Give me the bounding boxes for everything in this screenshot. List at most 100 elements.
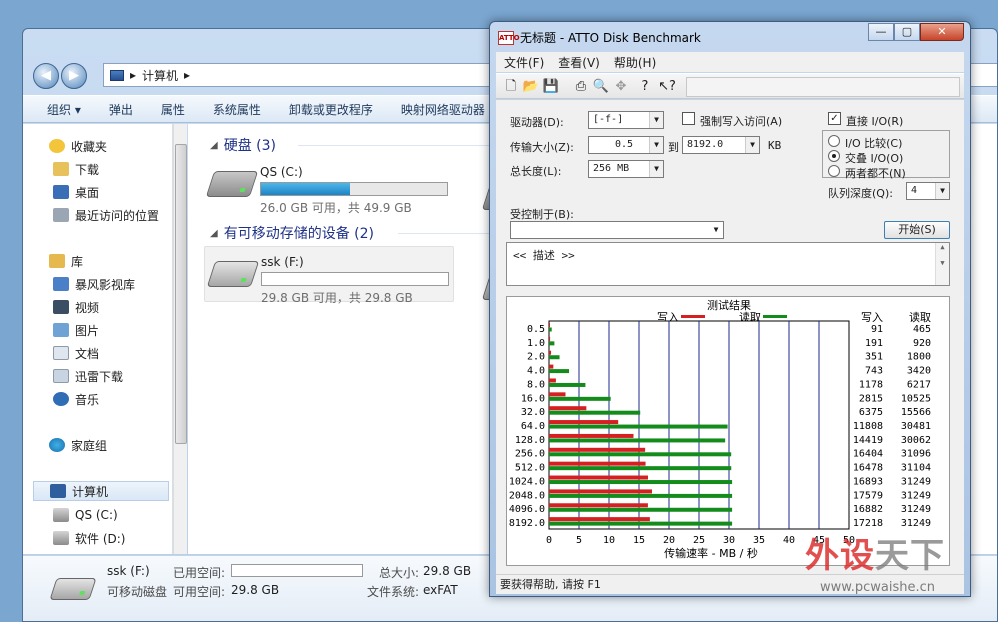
- y-tick-label: 1.0: [527, 338, 545, 349]
- menu-bar: 文件(F) 查看(V) 帮助(H): [496, 52, 964, 72]
- details-usage-bar: [231, 564, 363, 577]
- x-tick-label: 25: [693, 535, 705, 546]
- neither-radio[interactable]: [828, 165, 840, 177]
- read-bar: [549, 410, 641, 415]
- x-axis-label: 传输速率 - MB / 秒: [664, 546, 758, 560]
- details-used-label: 已用空间:: [173, 566, 226, 580]
- y-tick-label: 2048.0: [509, 490, 545, 501]
- help-icon[interactable]: ?: [636, 78, 654, 96]
- toolbar-uninstall[interactable]: 卸载或更改程序: [289, 101, 373, 118]
- transfer-to-select[interactable]: 8192.0 ▼: [682, 136, 760, 154]
- description-box[interactable]: << 描述 >> ▲ ▼: [506, 242, 950, 286]
- write-value: 11808: [853, 421, 883, 432]
- nav-libraries[interactable]: 库: [49, 251, 83, 271]
- menu-help[interactable]: 帮助(H): [614, 54, 656, 71]
- windows-drive-icon: [205, 171, 259, 197]
- y-tick-label: 16.0: [521, 393, 545, 404]
- menu-file[interactable]: 文件(F): [504, 54, 544, 71]
- toolbar-organize[interactable]: 组织 ▾: [47, 101, 81, 118]
- nav-item-downloads[interactable]: 下载: [53, 159, 99, 179]
- drive-label: 驱动器(D):: [510, 116, 564, 129]
- nav-item-xunlei[interactable]: 迅雷下载: [53, 366, 123, 386]
- save-icon[interactable]: 💾: [542, 78, 560, 96]
- minimize-button[interactable]: —: [868, 23, 894, 41]
- read-value: 10525: [901, 393, 931, 404]
- write-value: 91: [871, 324, 883, 335]
- queue-depth-select[interactable]: 4 ▼: [906, 182, 950, 200]
- nav-item-pictures[interactable]: 图片: [53, 320, 99, 340]
- read-bar: [549, 521, 733, 526]
- new-file-icon[interactable]: 🗋: [502, 78, 520, 96]
- title-bar[interactable]: ATTO 无标题 - ATTO Disk Benchmark: [498, 29, 701, 46]
- legend-read-swatch: [763, 315, 787, 318]
- y-tick-label: 8192.0: [509, 518, 545, 529]
- write-value: 1178: [859, 379, 883, 390]
- print-preview-icon[interactable]: 🔍: [592, 78, 610, 96]
- overlap-io-radio[interactable]: [828, 150, 840, 162]
- y-tick-label: 2.0: [527, 352, 545, 363]
- total-length-select[interactable]: 256 MB ▼: [588, 160, 664, 178]
- nav-item-documents[interactable]: 文档: [53, 343, 99, 363]
- dropdown-arrow-icon: ▼: [649, 137, 663, 153]
- group-removable[interactable]: ◢ 有可移动存储的设备 (2): [210, 223, 374, 243]
- drive-select[interactable]: [-f-] ▼: [588, 111, 664, 129]
- move-icon[interactable]: ✥: [612, 78, 630, 96]
- read-bar: [549, 493, 733, 498]
- toolbar-map-drive[interactable]: 映射网络驱动器: [401, 101, 485, 118]
- nav-homegroup[interactable]: 家庭组: [49, 435, 107, 455]
- star-icon: [49, 139, 65, 153]
- details-total-value: 29.8 GB: [423, 564, 472, 578]
- y-tick-label: 32.0: [521, 407, 545, 418]
- io-compare-radio[interactable]: [828, 135, 840, 147]
- column-header-read: 读取: [909, 310, 931, 324]
- start-button[interactable]: 开始(S): [884, 221, 950, 239]
- address-chevron-icon: ▸: [130, 68, 137, 82]
- x-tick-label: 15: [633, 535, 645, 546]
- details-total-label: 总大小:: [379, 566, 420, 580]
- write-bar: [549, 350, 552, 355]
- read-bar: [549, 507, 733, 512]
- nav-item-desktop[interactable]: 桌面: [53, 182, 99, 202]
- x-tick-label: 35: [753, 535, 765, 546]
- back-button[interactable]: ◀: [33, 63, 59, 89]
- group-divider: [298, 145, 498, 146]
- nav-item-baofeng[interactable]: 暴风影视库: [53, 274, 135, 294]
- context-help-icon[interactable]: ↖?: [658, 78, 676, 96]
- scrollbar-thumb[interactable]: [175, 144, 187, 444]
- nav-item-drive-c[interactable]: QS (C:): [53, 505, 118, 525]
- forward-button[interactable]: ▶: [61, 63, 87, 89]
- navigation-scrollbar[interactable]: [173, 124, 187, 554]
- close-button[interactable]: ✕: [920, 23, 964, 41]
- nav-computer[interactable]: 计算机: [33, 481, 169, 501]
- toolbar: 🗋 📂 💾 ⎙ 🔍 ✥ ? ↖?: [496, 73, 964, 99]
- maximize-button[interactable]: ▢: [894, 23, 920, 41]
- nav-item-music[interactable]: 音乐: [53, 389, 99, 409]
- nav-favorites[interactable]: 收藏夹: [49, 136, 107, 156]
- read-value: 31249: [901, 504, 931, 515]
- drive-f-tile[interactable]: ssk (F:) 29.8 GB 可用，共 29.8 GB: [204, 246, 454, 305]
- direct-io-checkbox[interactable]: ✓: [828, 112, 841, 125]
- transfer-from-select[interactable]: 0.5 ▼: [588, 136, 664, 154]
- read-value: 15566: [901, 407, 931, 418]
- write-value: 16893: [853, 476, 883, 487]
- drive-c-tile[interactable]: QS (C:) 26.0 GB 可用，共 49.9 GB: [204, 157, 454, 215]
- toolbar-properties[interactable]: 属性: [161, 101, 185, 118]
- nav-item-recent[interactable]: 最近访问的位置: [53, 205, 159, 225]
- write-value: 17579: [853, 490, 883, 501]
- description-scrollbar[interactable]: ▲ ▼: [935, 243, 949, 285]
- print-icon[interactable]: ⎙: [572, 78, 590, 96]
- watermark-url: www.pcwaishe.cn: [820, 580, 935, 595]
- force-write-checkbox[interactable]: [682, 112, 695, 125]
- menu-view[interactable]: 查看(V): [558, 54, 600, 71]
- toolbar-eject[interactable]: 弹出: [109, 101, 133, 118]
- controlled-by-select[interactable]: ▼: [510, 221, 724, 239]
- document-icon: [53, 346, 69, 360]
- toolbar-system-properties[interactable]: 系统属性: [213, 101, 261, 118]
- nav-item-drive-d[interactable]: 软件 (D:): [53, 528, 125, 548]
- results-chart: 测试结果写入 读取 写入 读取0 5 10 15 20 25 30 35 40 45 50传输速率 - M…: [509, 299, 931, 560]
- write-bar: [549, 378, 556, 383]
- x-tick-label: 10: [603, 535, 615, 546]
- open-folder-icon[interactable]: 📂: [522, 78, 540, 96]
- nav-item-videos[interactable]: 视频: [53, 297, 99, 317]
- group-hard-disks[interactable]: ◢ 硬盘 (3): [210, 135, 276, 155]
